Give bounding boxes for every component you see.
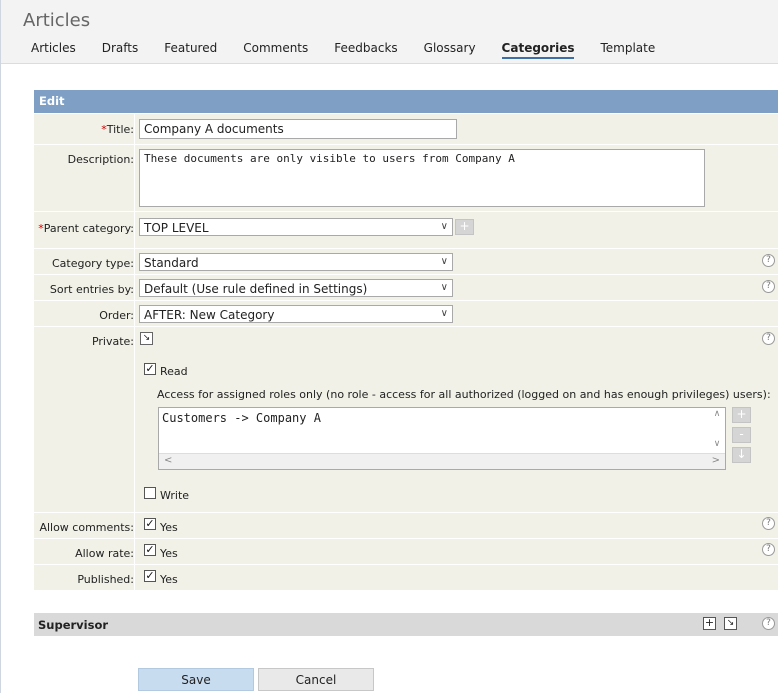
tab-feedbacks[interactable]: Feedbacks bbox=[334, 41, 397, 59]
allow-rate-yes: Yes bbox=[160, 547, 178, 560]
write-label: Write bbox=[160, 489, 190, 502]
sort-entries-select[interactable]: Default (Use rule defined in Settings) ∨ bbox=[139, 279, 453, 297]
order-row: Order: AFTER: New Category ∨ bbox=[34, 301, 778, 326]
allow-rate-checkbox[interactable]: ✓ bbox=[144, 544, 156, 556]
collapse-toggle-icon[interactable]: ↘ bbox=[140, 332, 153, 345]
private-row: Private: ↘ ✓ Read Access for assigned ro… bbox=[34, 327, 778, 512]
tab-articles[interactable]: Articles bbox=[31, 41, 76, 59]
chevron-down-icon: ∨ bbox=[440, 256, 448, 267]
add-parent-button[interactable]: + bbox=[455, 219, 474, 235]
supervisor-title: Supervisor bbox=[38, 618, 109, 632]
sort-entries-label: Sort entries by: bbox=[49, 283, 134, 296]
category-type-label: Category type: bbox=[51, 257, 134, 270]
add-supervisor-icon[interactable]: + bbox=[703, 617, 716, 630]
help-icon[interactable]: ? bbox=[762, 280, 775, 293]
allow-rate-label: Allow rate: bbox=[75, 547, 134, 560]
help-icon[interactable]: ? bbox=[762, 254, 775, 267]
tab-comments[interactable]: Comments bbox=[243, 41, 308, 59]
allow-comments-label: Allow comments: bbox=[39, 521, 134, 534]
help-icon[interactable]: ? bbox=[762, 617, 775, 630]
order-select[interactable]: AFTER: New Category ∨ bbox=[139, 305, 453, 323]
page-title: Articles bbox=[23, 10, 91, 31]
published-label: Published: bbox=[77, 573, 134, 586]
description-textarea[interactable]: These documents are only visible to user… bbox=[139, 149, 705, 207]
help-icon[interactable]: ? bbox=[762, 543, 775, 556]
access-note: Access for assigned roles only (no role … bbox=[157, 388, 771, 401]
description-label: Description: bbox=[67, 153, 134, 166]
allow-comments-checkbox[interactable]: ✓ bbox=[144, 518, 156, 530]
tab-categories[interactable]: Categories bbox=[501, 41, 575, 59]
help-icon[interactable]: ? bbox=[762, 332, 775, 345]
horizontal-scrollbar[interactable]: < > bbox=[159, 453, 725, 469]
remove-role-button[interactable]: - bbox=[732, 427, 751, 443]
write-checkbox[interactable] bbox=[144, 487, 156, 499]
description-row: Description: These documents are only vi… bbox=[34, 145, 778, 211]
tab-bar: Articles Drafts Featured Comments Feedba… bbox=[31, 41, 681, 59]
tab-drafts[interactable]: Drafts bbox=[102, 41, 139, 59]
help-icon[interactable]: ? bbox=[762, 517, 775, 530]
tab-featured[interactable]: Featured bbox=[164, 41, 217, 59]
collapse-toggle-icon[interactable]: ↘ bbox=[724, 617, 737, 630]
edit-panel-header: Edit bbox=[34, 90, 778, 113]
edit-panel: Edit bbox=[34, 90, 778, 113]
order-label: Order: bbox=[99, 309, 134, 322]
published-yes: Yes bbox=[160, 573, 178, 586]
role-item[interactable]: Customers -> Company A bbox=[162, 411, 321, 425]
title-input[interactable]: Company A documents bbox=[139, 119, 457, 139]
add-role-button[interactable]: + bbox=[732, 407, 751, 423]
category-type-row: Category type: Standard ∨ ? bbox=[34, 249, 778, 274]
parent-category-select[interactable]: TOP LEVEL ∨ bbox=[139, 218, 453, 236]
title-row: *Title: Company A documents bbox=[34, 114, 778, 144]
save-button[interactable]: Save bbox=[138, 668, 254, 691]
allow-rate-row: Allow rate: ✓ Yes ? bbox=[34, 539, 778, 564]
vertical-scrollbar[interactable]: ∧ ∨ bbox=[710, 409, 724, 452]
chevron-down-icon: ∨ bbox=[440, 308, 448, 319]
parent-category-label: *Parent category: bbox=[38, 222, 134, 235]
read-checkbox[interactable]: ✓ bbox=[144, 363, 156, 375]
sort-entries-row: Sort entries by: Default (Use rule defin… bbox=[34, 275, 778, 300]
published-checkbox[interactable]: ✓ bbox=[144, 570, 156, 582]
parent-category-row: *Parent category: TOP LEVEL ∨ + bbox=[34, 212, 778, 248]
cancel-button[interactable]: Cancel bbox=[258, 668, 374, 691]
tab-template[interactable]: Template bbox=[600, 41, 655, 59]
title-label: *Title: bbox=[101, 123, 134, 136]
header-bar: Articles Articles Drafts Featured Commen… bbox=[1, 0, 778, 64]
allow-comments-row: Allow comments: ✓ Yes ? bbox=[34, 513, 778, 538]
published-row: Published: ✓ Yes bbox=[34, 565, 778, 590]
read-label: Read bbox=[160, 365, 188, 378]
chevron-down-icon: ∨ bbox=[440, 221, 448, 232]
supervisor-section: Supervisor + ↘ ? bbox=[34, 613, 778, 636]
page: Articles Articles Drafts Featured Commen… bbox=[0, 0, 778, 693]
roles-listbox[interactable]: Customers -> Company A ∧ ∨ < > bbox=[158, 407, 726, 470]
allow-comments-yes: Yes bbox=[160, 521, 178, 534]
category-type-select[interactable]: Standard ∨ bbox=[139, 253, 453, 271]
private-label: Private: bbox=[91, 335, 134, 348]
chevron-down-icon: ∨ bbox=[440, 282, 448, 293]
move-down-button[interactable]: ↓ bbox=[732, 447, 751, 463]
tab-glossary[interactable]: Glossary bbox=[424, 41, 476, 59]
